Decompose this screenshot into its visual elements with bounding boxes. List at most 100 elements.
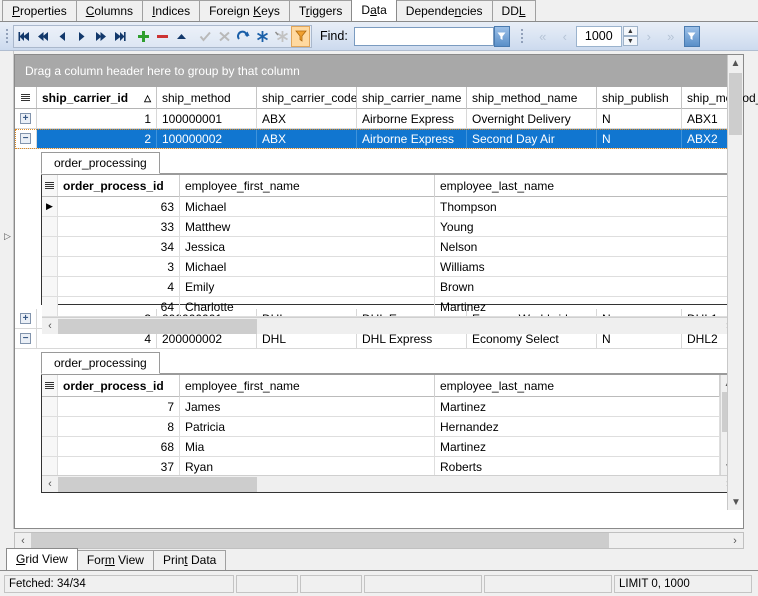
detail-table-row[interactable]: 4 Emily Brown [42,277,736,297]
cell-order-process-id[interactable]: 64 [58,297,180,316]
detail-table-row[interactable]: 3 Michael Williams [42,257,736,277]
tab-form-view[interactable]: Form View [76,550,154,570]
grid-menu-icon[interactable] [45,182,54,189]
cell-ship-carrier-code[interactable]: ABX [257,109,357,128]
expand-icon[interactable]: + [20,113,31,124]
cell-ship-carrier-code[interactable]: ABX [257,129,357,148]
detail-tab-order-processing[interactable]: order_processing [41,352,160,374]
detail-table-row[interactable]: 37 Ryan Roberts [42,457,736,477]
cell-ship-method-name[interactable]: Second Day Air [467,129,597,148]
asterisk-button[interactable] [253,26,272,47]
cell-ship-carrier-id[interactable]: 2 [37,129,157,148]
detail-table-row[interactable]: 33 Matthew Young [42,217,736,237]
cell-employee-last-name[interactable]: Williams [435,257,736,276]
grid-menu-icon[interactable] [21,94,30,101]
refresh-button[interactable] [234,26,253,47]
scroll-left-icon[interactable]: ‹ [42,320,58,332]
collapse-icon[interactable]: − [20,133,31,144]
cell-order-process-id[interactable]: 33 [58,217,180,236]
pager-first-button[interactable]: « [532,26,554,47]
cell-employee-first-name[interactable]: Mia [180,437,435,456]
row-collapse-cell[interactable]: − [15,129,37,148]
scroll-track[interactable] [58,476,720,492]
page-size-input[interactable]: 1000 [575,25,622,47]
cell-order-process-id[interactable]: 3 [58,257,180,276]
cell-order-process-id[interactable]: 34 [58,237,180,256]
row-indicator-header[interactable] [15,87,37,108]
cell-order-process-id[interactable]: 37 [58,457,180,476]
cell-employee-last-name[interactable]: Hernandez [435,417,720,436]
scroll-thumb[interactable] [58,476,257,492]
detail-column-header-employee-last-name[interactable]: employee_last_name [435,175,736,197]
scroll-up-icon[interactable]: ▲ [728,55,743,71]
scroll-left-icon[interactable]: ‹ [15,535,31,547]
scroll-track[interactable] [58,318,720,334]
cell-order-process-id[interactable]: 8 [58,417,180,436]
cell-employee-first-name[interactable]: Matthew [180,217,435,236]
row-expander-cell[interactable]: + [15,309,37,328]
last-record-button[interactable] [110,26,129,47]
cancel-button[interactable] [215,26,234,47]
tab-grid-view[interactable]: Grid View [6,548,78,570]
scroll-left-icon[interactable]: ‹ [42,478,58,490]
pager-last-button[interactable]: » [660,26,682,47]
expand-icon[interactable]: + [20,313,31,324]
cell-employee-first-name[interactable]: Charlotte [180,297,435,316]
stepper-down-icon[interactable]: ▼ [622,36,638,46]
cell-employee-first-name[interactable]: Emily [180,277,435,296]
cell-employee-last-name[interactable]: Thompson [435,197,736,216]
column-header-ship-carrier-name[interactable]: ship_carrier_name [357,87,467,109]
scroll-thumb[interactable] [729,73,742,135]
tab-dependencies[interactable]: Dependencies [395,0,493,21]
column-header-ship-carrier-id[interactable]: ship_carrier_id △ [37,87,157,109]
tab-data[interactable]: Data [351,0,397,21]
cell-employee-last-name[interactable]: Roberts [435,457,720,476]
detail-horizontal-scrollbar-1[interactable]: ‹ › [42,317,736,334]
detail-column-header-employee-first-name[interactable]: employee_first_name [180,375,435,397]
row-collapse-cell[interactable]: − [15,329,37,348]
detail-tab-order-processing[interactable]: order_processing [41,152,160,174]
scroll-thumb[interactable] [31,533,609,548]
scroll-track[interactable] [31,533,727,548]
detail-table-row[interactable]: 68 Mia Martinez [42,437,736,457]
cell-order-process-id[interactable]: 68 [58,437,180,456]
asterisk-off-button[interactable] [272,26,291,47]
cell-employee-first-name[interactable]: Ryan [180,457,435,476]
next-record-button[interactable] [72,26,91,47]
detail-table-row[interactable]: ▶ 63 Michael Thompson [42,197,736,217]
cell-ship-method-code[interactable]: ABX1 [682,109,758,128]
toolbar-gripper[interactable] [3,26,11,46]
column-header-ship-method[interactable]: ship_method [157,87,257,109]
cell-order-process-id[interactable]: 4 [58,277,180,296]
detail-row-indicator-header[interactable] [42,175,58,196]
detail-table-row[interactable]: 7 James Martinez [42,397,736,417]
cell-ship-carrier-id[interactable]: 1 [37,109,157,128]
filter-icon[interactable] [291,25,310,47]
cell-order-process-id[interactable]: 7 [58,397,180,416]
cell-employee-last-name[interactable]: Brown [435,277,736,296]
column-header-ship-publish[interactable]: ship_publish [597,87,682,109]
tab-triggers[interactable]: Triggers [288,0,353,21]
column-header-ship-method-code[interactable]: ship_method_code [682,87,758,109]
detail-table-row[interactable]: 34 Jessica Nelson [42,237,736,257]
cell-employee-first-name[interactable]: James [180,397,435,416]
cell-ship-carrier-name[interactable]: Airborne Express [357,129,467,148]
master-vertical-scrollbar[interactable]: ▲ ▼ [727,55,743,510]
detail-table-row[interactable]: 8 Patricia Hernandez [42,417,736,437]
detail-column-header-employee-first-name[interactable]: employee_first_name [180,175,435,197]
tab-foreign-keys[interactable]: Foreign Keys [199,0,290,21]
cell-employee-last-name[interactable]: Martinez [435,297,736,316]
cell-employee-first-name[interactable]: Michael [180,197,435,216]
tab-properties[interactable]: Properties [2,0,77,21]
add-record-button[interactable] [134,26,153,47]
collapse-icon[interactable]: − [20,333,31,344]
detail-column-header-order-process-id[interactable]: order_process_id [58,175,180,197]
tab-print-data[interactable]: Print Data [152,550,227,570]
detail-column-header-order-process-id[interactable]: order_process_id [58,375,180,397]
tab-columns[interactable]: Columns [75,0,144,21]
find-input[interactable] [353,26,494,46]
cell-employee-first-name[interactable]: Michael [180,257,435,276]
row-expander-cell[interactable]: + [15,109,37,128]
detail-table-row[interactable]: 64 Charlotte Martinez [42,297,736,317]
cell-ship-publish[interactable]: N [597,109,682,128]
